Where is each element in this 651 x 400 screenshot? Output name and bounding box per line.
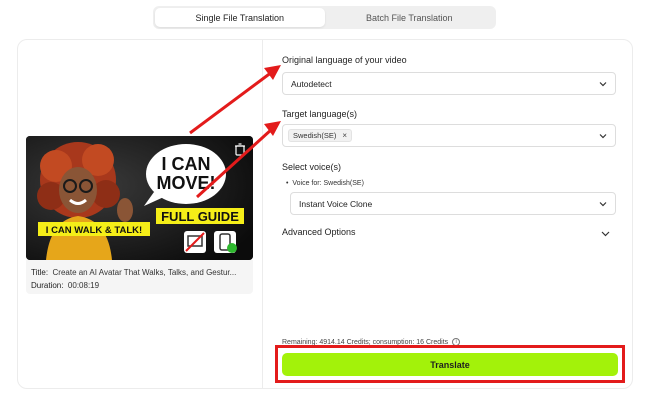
voice-for-text: Voice for: Swedish(SE) xyxy=(292,180,364,187)
tab-single-file[interactable]: Single File Translation xyxy=(155,8,325,27)
language-tag-label: Swedish(SE) xyxy=(293,131,337,140)
remove-tag-icon[interactable]: × xyxy=(342,131,347,140)
video-title: Create an AI Avatar That Walks, Talks, a… xyxy=(52,268,237,277)
original-language-value: Autodetect xyxy=(291,78,332,89)
thumbnail-guide: FULL GUIDE xyxy=(161,209,239,224)
original-language-label: Original language of your video xyxy=(282,55,407,65)
original-language-select[interactable]: Autodetect xyxy=(282,72,616,95)
voice-for-label: • Voice for: Swedish(SE) xyxy=(286,180,364,187)
delete-video-icon[interactable] xyxy=(234,143,246,156)
video-duration: 00:08:19 xyxy=(67,281,100,290)
voice-select[interactable]: Instant Voice Clone xyxy=(290,192,616,215)
tab-batch-file[interactable]: Batch File Translation xyxy=(325,8,495,27)
panel-divider xyxy=(262,40,263,388)
translation-mode-tabs: Single File Translation Batch File Trans… xyxy=(153,6,496,29)
chevron-down-icon xyxy=(601,231,610,237)
title-label: Title: xyxy=(31,268,49,277)
advanced-options-label: Advanced Options xyxy=(282,227,356,237)
video-metadata: Title: Create an AI Avatar That Walks, T… xyxy=(26,260,253,294)
advanced-options-toggle[interactable]: Advanced Options xyxy=(282,227,616,241)
chevron-down-icon xyxy=(599,134,607,139)
video-thumbnail: I CAN MOVE! FULL GUIDE I CAN WALK & TALK… xyxy=(26,136,253,260)
target-language-select[interactable]: Swedish(SE) × xyxy=(282,124,616,147)
thumbnail-headline-1: I CAN xyxy=(162,154,211,174)
thumbnail-headline-2: MOVE! xyxy=(156,173,215,193)
language-tag: Swedish(SE) × xyxy=(288,129,353,142)
duration-label: Duration: xyxy=(31,281,64,290)
voice-select-value: Instant Voice Clone xyxy=(299,198,373,209)
chevron-down-icon xyxy=(599,82,607,87)
chevron-down-icon xyxy=(599,202,607,207)
translate-button[interactable]: Translate xyxy=(282,353,618,376)
target-language-label: Target language(s) xyxy=(282,109,358,119)
thumbnail-banner: I CAN WALK & TALK! xyxy=(46,225,142,236)
select-voice-label: Select voice(s) xyxy=(282,162,342,172)
